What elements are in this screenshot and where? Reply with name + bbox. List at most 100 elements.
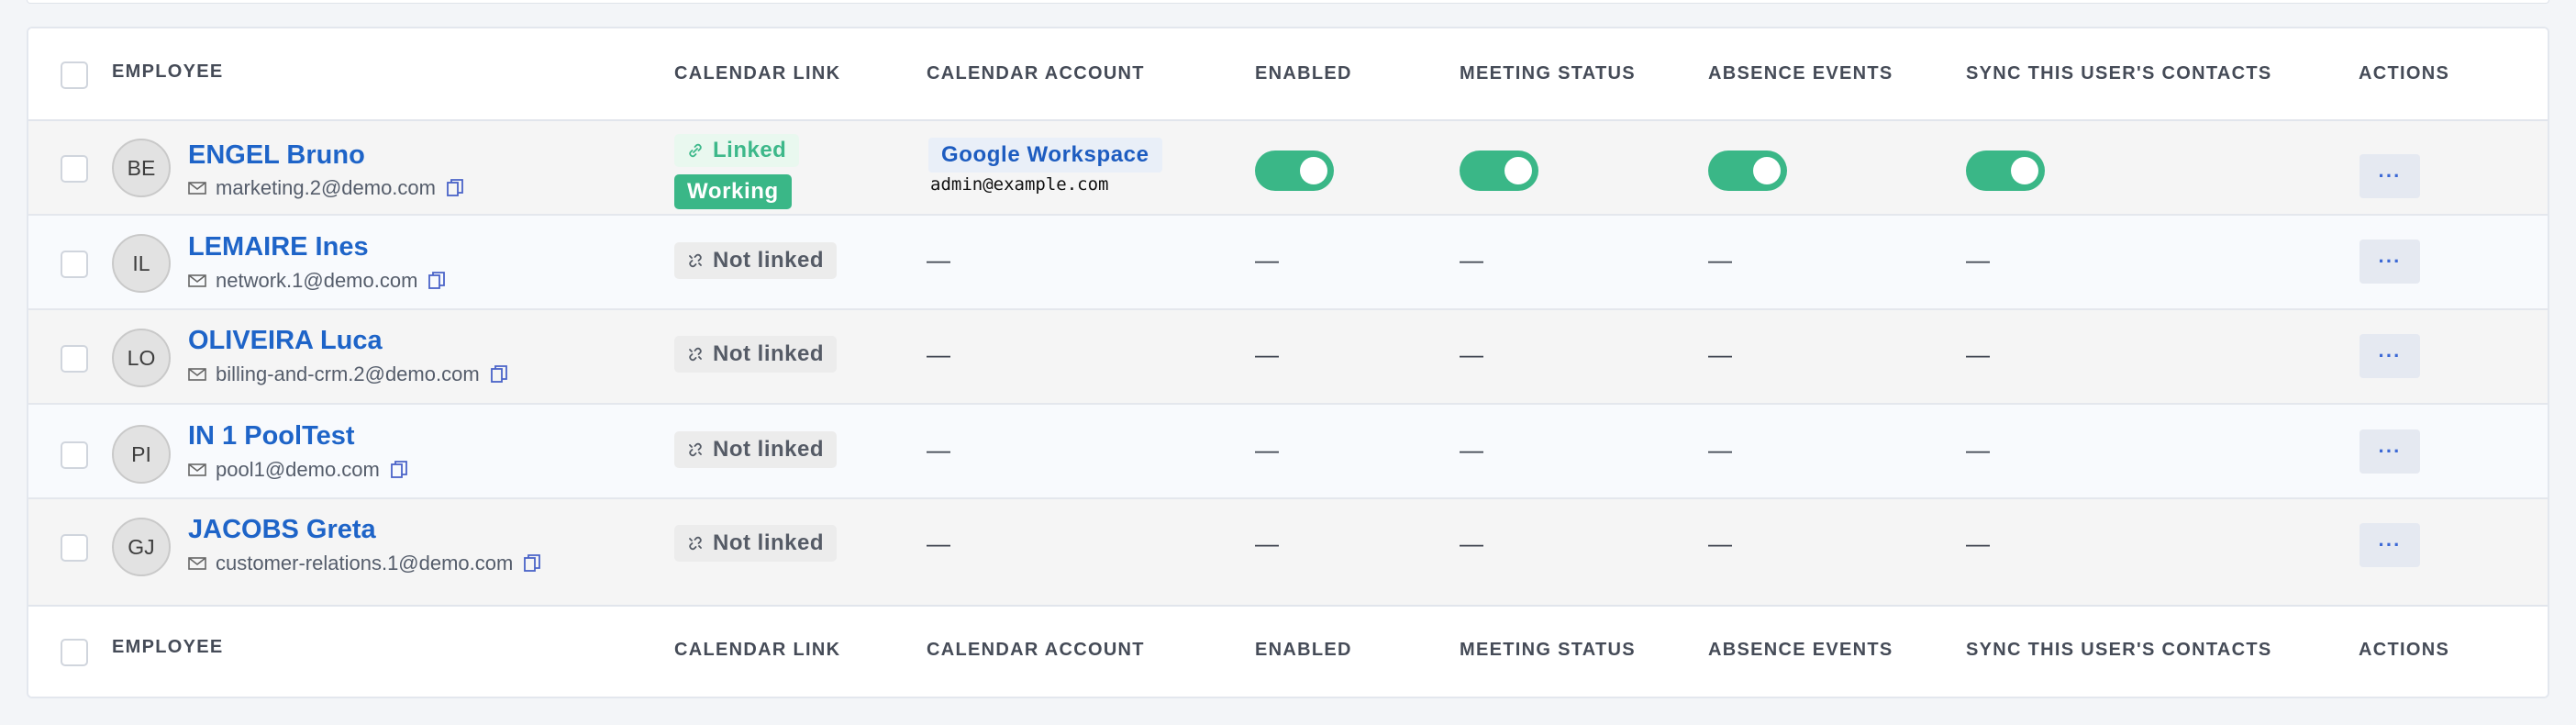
col-calendar-account-footer: CALENDAR ACCOUNT: [927, 640, 1145, 660]
meeting-status-badge: Working: [674, 174, 792, 209]
calendar-account: Google Workspace admin@example.com: [928, 138, 1162, 195]
employee-name-link[interactable]: LEMAIRE Ines: [188, 232, 369, 262]
select-all-checkbox-footer[interactable]: [61, 639, 88, 666]
col-employee-footer[interactable]: EMPLOYEE: [112, 637, 224, 658]
broken-link-icon: [689, 347, 702, 362]
col-enabled: ENABLED: [1255, 63, 1352, 84]
mail-icon: [188, 274, 206, 287]
meeting-status-empty: —: [1460, 340, 1483, 368]
actions-menu-button[interactable]: ···: [2359, 240, 2420, 284]
employee-name-link[interactable]: IN 1 PoolTest: [188, 421, 355, 452]
employee-email: pool1@demo.com: [188, 458, 407, 482]
broken-link-icon: [689, 442, 702, 457]
enabled-empty: —: [1255, 436, 1279, 463]
col-employee[interactable]: EMPLOYEE: [112, 61, 224, 83]
copy-icon[interactable]: [490, 365, 507, 384]
avatar: GJ: [112, 518, 171, 576]
select-all-checkbox[interactable]: [61, 61, 88, 89]
link-status-label: Linked: [713, 138, 787, 162]
sync-contacts-empty: —: [1966, 246, 1990, 273]
link-status-badge: Not linked: [674, 242, 838, 279]
meeting-status-toggle[interactable]: [1460, 151, 1538, 191]
employee-email: network.1@demo.com: [188, 269, 446, 293]
avatar: PI: [112, 425, 171, 484]
employee-calendar-table: EMPLOYEE CALENDAR LINK CALENDAR ACCOUNT …: [27, 27, 2549, 698]
meeting-status-empty: —: [1460, 530, 1483, 557]
employee-email-text: marketing.2@demo.com: [216, 176, 436, 199]
actions-menu-button[interactable]: ···: [2359, 334, 2420, 378]
sync-contacts-toggle[interactable]: [1966, 151, 2045, 191]
meeting-status-empty: —: [1460, 246, 1483, 273]
avatar: BE: [112, 139, 171, 197]
col-meeting-status-footer: MEETING STATUS: [1460, 640, 1636, 660]
col-calendar-link: CALENDAR LINK: [674, 63, 841, 84]
employee-name-link[interactable]: JACOBS Greta: [188, 515, 376, 545]
mail-icon: [188, 182, 206, 195]
calendar-account-empty: —: [927, 340, 950, 368]
actions-menu-button[interactable]: ···: [2359, 523, 2420, 567]
calendar-account-empty: —: [927, 530, 950, 557]
table-row: PI IN 1 PoolTest pool1@demo.com Not link…: [28, 405, 2548, 499]
mail-icon: [188, 368, 206, 381]
row-checkbox[interactable]: [61, 251, 88, 278]
table-row: GJ JACOBS Greta customer-relations.1@dem…: [28, 499, 2548, 605]
previous-panel-edge: [27, 0, 2549, 4]
link-status-label: Not linked: [713, 248, 825, 273]
actions-menu-button[interactable]: ···: [2359, 154, 2420, 198]
link-status-badge: Linked: [674, 134, 800, 167]
employee-email-text: pool1@demo.com: [216, 458, 380, 481]
link-status-label: Not linked: [713, 530, 825, 555]
row-checkbox[interactable]: [61, 534, 88, 562]
meeting-status-empty: —: [1460, 436, 1483, 463]
account-email: admin@example.com: [930, 174, 1109, 195]
enabled-empty: —: [1255, 246, 1279, 273]
enabled-toggle[interactable]: [1255, 151, 1334, 191]
avatar: IL: [112, 234, 171, 293]
col-enabled-footer: ENABLED: [1255, 640, 1352, 660]
calendar-account-empty: —: [927, 436, 950, 463]
col-sync-contacts-footer: SYNC THIS USER'S CONTACTS: [1966, 640, 2272, 660]
table-header: EMPLOYEE CALENDAR LINK CALENDAR ACCOUNT …: [28, 28, 2548, 121]
absence-events-toggle[interactable]: [1708, 151, 1787, 191]
employee-email: customer-relations.1@demo.com: [188, 552, 541, 575]
copy-icon[interactable]: [447, 179, 463, 197]
link-status-label: Not linked: [713, 437, 825, 462]
sync-contacts-empty: —: [1966, 530, 1990, 557]
absence-events-empty: —: [1708, 436, 1732, 463]
col-actions: ACTIONS: [2359, 63, 2450, 84]
employee-name-link[interactable]: ENGEL Bruno: [188, 140, 365, 171]
table-footer: EMPLOYEE CALENDAR LINK CALENDAR ACCOUNT …: [28, 605, 2548, 697]
col-calendar-link-footer: CALENDAR LINK: [674, 640, 841, 660]
employee-email-text: customer-relations.1@demo.com: [216, 552, 514, 574]
row-checkbox[interactable]: [61, 345, 88, 373]
row-checkbox[interactable]: [61, 441, 88, 469]
employee-email: marketing.2@demo.com: [188, 176, 463, 200]
broken-link-icon: [689, 536, 702, 551]
col-calendar-account: CALENDAR ACCOUNT: [927, 63, 1145, 84]
link-status-badge: Not linked: [674, 336, 838, 373]
col-meeting-status: MEETING STATUS: [1460, 63, 1636, 84]
mail-icon: [188, 557, 206, 570]
enabled-empty: —: [1255, 340, 1279, 368]
col-actions-footer: ACTIONS: [2359, 640, 2450, 660]
calendar-account-empty: —: [927, 246, 950, 273]
broken-link-icon: [689, 253, 702, 268]
col-sync-contacts: SYNC THIS USER'S CONTACTS: [1966, 63, 2272, 84]
table-row: BE ENGEL Bruno marketing.2@demo.com Link…: [28, 121, 2548, 216]
employee-name-link[interactable]: OLIVEIRA Luca: [188, 326, 383, 356]
link-status-badge: Not linked: [674, 525, 838, 562]
employee-email-text: billing-and-crm.2@demo.com: [216, 362, 480, 385]
copy-icon[interactable]: [524, 554, 541, 573]
copy-icon[interactable]: [390, 461, 407, 479]
absence-events-empty: —: [1708, 246, 1732, 273]
employee-email-text: network.1@demo.com: [216, 269, 418, 292]
col-absence-events: ABSENCE EVENTS: [1708, 63, 1893, 84]
actions-menu-button[interactable]: ···: [2359, 429, 2420, 474]
employee-email: billing-and-crm.2@demo.com: [188, 362, 507, 386]
row-checkbox[interactable]: [61, 155, 88, 183]
link-icon: [689, 143, 702, 158]
link-status-label: Not linked: [713, 341, 825, 366]
avatar: LO: [112, 329, 171, 387]
account-provider: Google Workspace: [928, 138, 1162, 173]
copy-icon[interactable]: [428, 272, 446, 290]
